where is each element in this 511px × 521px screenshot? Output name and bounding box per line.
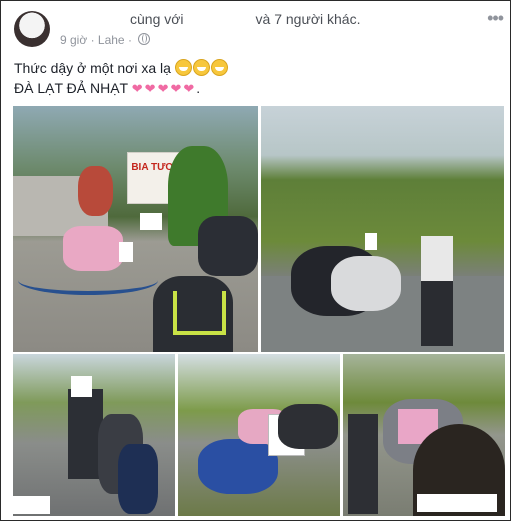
header-suffix[interactable]: và 7 người khác. xyxy=(256,11,361,27)
reflective-vest xyxy=(173,291,226,335)
face-blur xyxy=(140,213,162,230)
photo-2[interactable] xyxy=(261,106,504,352)
photo-3[interactable] xyxy=(13,354,175,516)
photo-5[interactable] xyxy=(343,354,505,516)
post-text-line-1: Thức dậy ở một nơi xa lạ xyxy=(14,58,229,78)
post-meta: 9 giờ · Lahe · xyxy=(60,33,151,47)
heart-emoji-icon: ❤ xyxy=(183,81,195,96)
person-pink xyxy=(63,226,123,271)
heart-emoji-icon: ❤ xyxy=(170,81,182,96)
face-blur xyxy=(365,233,377,250)
heart-emoji-icon: ❤ xyxy=(157,81,169,96)
post-body: Thức dậy ở một nơi xa lạ ĐÀ LẠT ĐẢ NHẠT … xyxy=(14,58,229,99)
header-prefix: cùng với xyxy=(130,11,184,27)
heart-emoji-icon: ❤ xyxy=(144,81,156,96)
photo-4[interactable] xyxy=(178,354,340,516)
motorbike-dark xyxy=(278,404,338,449)
overlay-tab xyxy=(13,496,50,514)
post-text-line-2: ĐÀ LẠT ĐẢ NHẠT ❤ ❤ ❤ ❤ ❤. xyxy=(14,78,229,99)
meta-separator: · xyxy=(90,33,95,47)
motorbike-blue xyxy=(198,439,278,494)
grinning-face-emoji-icon xyxy=(174,59,192,76)
person-left xyxy=(348,414,378,514)
blue-hose xyxy=(18,266,158,295)
globe-icon[interactable] xyxy=(138,33,151,45)
overlay-box xyxy=(417,494,497,512)
motorbike-white xyxy=(331,256,401,311)
author-avatar[interactable] xyxy=(14,11,50,47)
more-options-icon[interactable]: ••• xyxy=(487,8,504,29)
post-location[interactable]: Lahe xyxy=(98,33,125,47)
post-text-1: Thức dậy ở một nơi xa lạ xyxy=(14,60,171,76)
post-text-2: ĐÀ LẠT ĐẢ NHẠT xyxy=(14,80,128,96)
meta-separator-2: · xyxy=(127,33,132,47)
heart-emoji-icon: ❤ xyxy=(131,81,143,96)
post-header: cùng với và 7 người khác. xyxy=(130,11,361,27)
face-blur xyxy=(119,242,133,262)
red-tire xyxy=(78,166,113,216)
white-shirt xyxy=(421,236,453,281)
post-time[interactable]: 9 giờ xyxy=(60,33,87,47)
grinning-face-emoji-icon xyxy=(192,59,210,76)
face-blur xyxy=(71,376,92,397)
person-vest xyxy=(198,216,258,276)
grinning-face-emoji-icon xyxy=(210,59,228,76)
motorbike xyxy=(118,444,158,514)
photo-1[interactable]: BIA TƯƠI xyxy=(13,106,258,352)
